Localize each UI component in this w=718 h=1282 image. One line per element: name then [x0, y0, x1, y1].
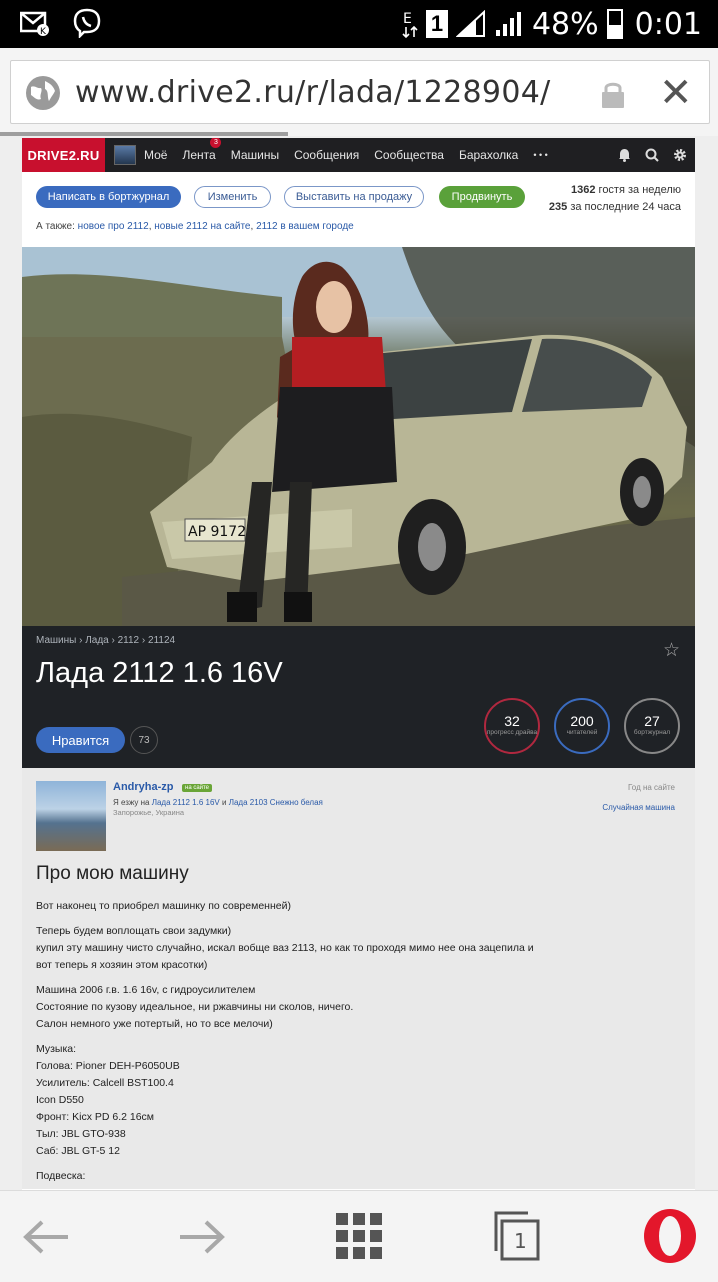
nav-feed[interactable]: Лента 3 [182, 138, 222, 162]
data-transfer-icon: E [402, 11, 418, 39]
stat-label: прогресс драйва [486, 729, 538, 736]
battery-percent: 48% [531, 6, 599, 42]
speed-dial-icon[interactable] [336, 1213, 382, 1259]
guest-stats: 1362 гостя за неделю 235 за последние 24… [549, 182, 681, 216]
nav-more[interactable]: • • • [533, 150, 547, 160]
feed-badge: 3 [210, 138, 222, 148]
tabs-button[interactable]: 1 [494, 1211, 540, 1261]
also-link-new-on-site[interactable]: новые 2112 на сайте [154, 221, 250, 232]
post-paragraph: Теперь будем воплощать свои задумки) куп… [36, 925, 534, 971]
lock-icon [602, 82, 624, 108]
owner-cars: Я езжу на Лада 2112 1.6 16V и Лада 2103 … [113, 798, 323, 807]
page-load-progress [0, 132, 288, 136]
url-text[interactable]: www.drive2.ru/r/lada/1228904/ [75, 75, 551, 110]
browser-bottom-bar: 1 [0, 1190, 718, 1282]
car-header: Машины › Лада › 2112 › 21124 Лада 2112 1… [22, 626, 695, 768]
post-paragraph: Вот наконец то приобрел машинку по совре… [36, 900, 291, 912]
nav-feed-label: Лента [182, 148, 216, 162]
clock: 0:01 [634, 6, 702, 42]
gear-icon[interactable] [673, 148, 687, 162]
drive-prefix: Я езжу на [113, 798, 150, 807]
stat-value: 32 [504, 713, 520, 729]
stat-value: 200 [570, 713, 594, 729]
web-page: DRIVE2.RU Моё Лента 3 Машины Сообщения Со… [22, 138, 695, 1190]
nav-messages[interactable]: Сообщения [294, 148, 359, 162]
back-arrow-icon[interactable] [22, 1217, 70, 1257]
owner-avatar[interactable] [36, 781, 106, 851]
drive-and: и [222, 798, 227, 807]
week-count: 1362 [571, 184, 596, 196]
sim-indicator: 1 [425, 10, 448, 38]
stat-label: бортжурнал [633, 729, 671, 736]
battery-icon [606, 9, 623, 39]
like-button[interactable]: Нравится [36, 727, 125, 753]
day-label: за последние 24 часа [570, 201, 681, 213]
globe-icon [26, 76, 60, 110]
random-car-link[interactable]: Случайная машина [602, 803, 675, 812]
online-badge: на сайте [182, 784, 213, 792]
post-paragraph: Машина 2006 г.в. 1.6 16v, с гидроусилите… [36, 984, 354, 1030]
url-field[interactable]: www.drive2.ru/r/lada/1228904/ ✕ [10, 60, 710, 124]
like-count: 73 [130, 726, 158, 754]
post-content: Andryha-zp на сайте Я езжу на Лада 2112 … [22, 768, 695, 1189]
sell-button[interactable]: Выставить на продажу [284, 186, 424, 208]
also-link-in-city[interactable]: 2112 в вашем городе [256, 221, 354, 232]
year-on-site: Год на сайте [628, 783, 675, 792]
owner-car-link-1[interactable]: Лада 2112 1.6 16V [152, 798, 220, 807]
car-actions: Написать в бортжурнал Изменить Выставить… [22, 172, 695, 247]
breadcrumb[interactable]: Машины › Лада › 2112 › 21124 [36, 635, 175, 646]
stat-value: 27 [644, 713, 660, 729]
post-paragraph: Подвеска: [36, 1170, 86, 1182]
post-heading: Про мою машину [36, 863, 189, 884]
owner-car-link-2[interactable]: Лада 2103 Снежно белая [229, 798, 323, 807]
mail-icon: K [20, 11, 49, 36]
nav-my[interactable]: Моё [144, 148, 167, 162]
car-title: Лада 2112 1.6 16V [36, 657, 283, 689]
also-links: А также: новое про 2112, новые 2112 на с… [36, 221, 354, 232]
tab-count: 1 [514, 1229, 527, 1253]
nav-communities[interactable]: Сообщества [374, 148, 444, 162]
viber-icon [73, 8, 101, 38]
status-bar: K E 1 48% 0:01 [0, 0, 718, 48]
site-logo[interactable]: DRIVE2.RU [22, 138, 105, 172]
star-icon[interactable]: ☆ [663, 639, 680, 662]
owner-name[interactable]: Andryha-zp [113, 781, 174, 793]
stat-readers[interactable]: 200 читателей [554, 698, 610, 754]
opera-menu-icon[interactable] [642, 1207, 698, 1265]
day-count: 235 [548, 201, 568, 213]
svg-text:E: E [403, 11, 412, 27]
stat-drive-progress[interactable]: 32 прогресс драйва [484, 698, 540, 754]
write-logbook-button[interactable]: Написать в бортжурнал [36, 186, 181, 208]
search-icon[interactable] [645, 148, 659, 162]
also-prefix: А также: [36, 221, 75, 232]
stat-logbook[interactable]: 27 бортжурнал [624, 698, 680, 754]
car-photo-illustration: AP 9172 C [22, 247, 695, 626]
signal-icon [455, 10, 485, 37]
post-body: Вот наконец то приобрел машинку по совре… [36, 898, 676, 1190]
bell-icon[interactable] [618, 148, 631, 162]
post-paragraph: Музыка: Голова: Pioner DEH-P6050UB Усили… [36, 1043, 180, 1157]
car-photo[interactable]: AP 9172 C [22, 247, 695, 626]
nav-market[interactable]: Барахолка [459, 148, 518, 162]
also-link-new-about[interactable]: новое про 2112 [78, 221, 149, 232]
browser-address-bar: www.drive2.ru/r/lada/1228904/ ✕ [0, 48, 718, 136]
stat-label: читателей [566, 729, 598, 736]
week-label: гостя за неделю [598, 184, 681, 196]
close-icon[interactable]: ✕ [659, 73, 693, 113]
forward-arrow-icon[interactable] [178, 1217, 226, 1257]
promote-button[interactable]: Продвинуть [439, 186, 525, 208]
owner-location: Запорожье, Украина [113, 808, 185, 817]
site-nav: DRIVE2.RU Моё Лента 3 Машины Сообщения Со… [22, 138, 695, 172]
signal-icon-2 [495, 12, 521, 36]
edit-button[interactable]: Изменить [194, 186, 271, 208]
nav-cars[interactable]: Машины [231, 148, 279, 162]
user-avatar-small[interactable] [114, 145, 136, 165]
